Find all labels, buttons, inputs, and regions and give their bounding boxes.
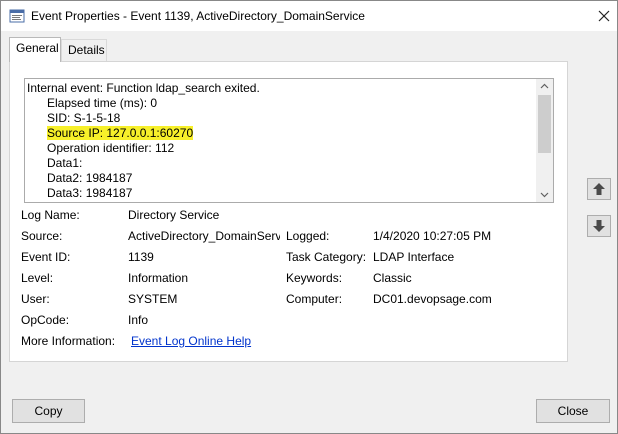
description-line: Data2: 1984187 [47, 171, 133, 185]
tab-general[interactable]: General [9, 37, 61, 62]
description-line: Data3: 1984187 [47, 186, 133, 200]
title-bar[interactable]: Event Properties - Event 1139, ActiveDir… [1, 1, 617, 31]
description-scrollbar[interactable] [536, 79, 553, 202]
keywords-value: Classic [373, 271, 412, 285]
source-value: ActiveDirectory_DomainServ [128, 229, 280, 243]
chevron-down-icon [540, 192, 549, 198]
description-line: SID: S-1-5-18 [47, 111, 121, 125]
scroll-up-button[interactable] [536, 79, 553, 93]
source-label: Source: [21, 229, 63, 243]
arrow-down-icon [593, 220, 605, 232]
event-id-label: Event ID: [21, 250, 71, 264]
user-value: SYSTEM [128, 292, 178, 306]
opcode-label: OpCode: [21, 313, 70, 327]
task-category-value: LDAP Interface [373, 250, 455, 264]
scroll-down-button[interactable] [536, 188, 553, 202]
event-properties-window: Event Properties - Event 1139, ActiveDir… [0, 0, 618, 434]
description-line: Data1: [47, 156, 83, 170]
task-category-label: Task Category: [286, 250, 367, 264]
log-name-value: Directory Service [128, 208, 220, 222]
description-line-source-ip: Source IP: 127.0.0.1:60270 [27, 126, 535, 141]
level-label: Level: [21, 271, 54, 285]
computer-value: DC01.devopsage.com [373, 292, 492, 306]
description-line: Elapsed time (ms): 0 [47, 96, 158, 110]
previous-event-button[interactable] [587, 178, 611, 200]
close-button[interactable]: Close [536, 399, 610, 423]
logged-value: 1/4/2020 10:27:05 PM [373, 229, 492, 243]
event-description-text: Internal event: Function ldap_search exi… [25, 79, 535, 201]
keywords-label: Keywords: [286, 271, 343, 285]
chevron-up-icon [540, 83, 549, 89]
next-event-button[interactable] [587, 215, 611, 237]
tab-details[interactable]: Details [61, 39, 107, 61]
level-value: Information [128, 271, 189, 285]
close-icon [598, 10, 610, 22]
event-viewer-icon [9, 8, 25, 24]
window-title: Event Properties - Event 1139, ActiveDir… [31, 9, 365, 23]
description-line: Operation identifier: 112 [47, 141, 175, 155]
window-close-button[interactable] [593, 5, 615, 27]
general-tab-panel: Internal event: Function ldap_search exi… [9, 61, 568, 362]
logged-label: Logged: [286, 229, 330, 243]
description-line: Internal event: Function ldap_search exi… [27, 81, 260, 95]
opcode-value: Info [128, 313, 149, 327]
more-info-label: More Information: [21, 334, 116, 348]
arrow-up-icon [593, 183, 605, 195]
event-id-value: 1139 [128, 250, 154, 264]
user-label: User: [21, 292, 50, 306]
event-log-help-link[interactable]: Event Log Online Help [131, 334, 251, 348]
scroll-thumb[interactable] [538, 95, 551, 153]
computer-label: Computer: [286, 292, 343, 306]
event-description-box[interactable]: Internal event: Function ldap_search exi… [24, 78, 554, 203]
source-ip-value: 127.0.0.1:60270 [103, 126, 194, 140]
copy-button[interactable]: Copy [12, 399, 85, 423]
log-name-label: Log Name: [21, 208, 80, 222]
source-ip-label: Source IP: [47, 126, 104, 140]
